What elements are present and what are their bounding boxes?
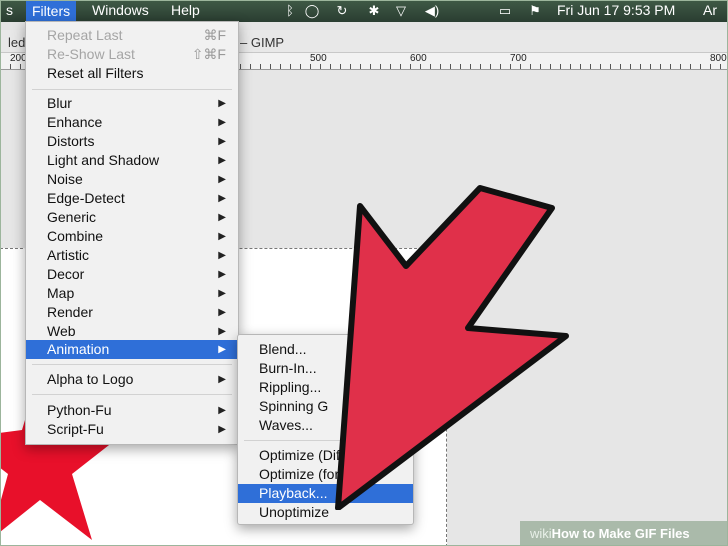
menu-separator: [32, 89, 232, 90]
menu-item-artistic[interactable]: Artistic ▶: [26, 246, 238, 265]
battery-icon[interactable]: ▭: [494, 3, 516, 19]
menu-item-python-fu[interactable]: Python-Fu ▶: [26, 401, 238, 420]
menu-item-light-and-shadow[interactable]: Light and Shadow ▶: [26, 151, 238, 170]
menu-item-label: Script-Fu: [47, 421, 104, 437]
bluetooth-icon[interactable]: ᛒ: [282, 3, 298, 19]
flag-icon[interactable]: ⚑: [527, 3, 543, 19]
volume-icon[interactable]: ◀): [424, 3, 440, 19]
ruler-tick-label: 800: [710, 53, 728, 64]
menu-item-label: Blur: [47, 95, 72, 111]
menubar-item-app[interactable]: s: [6, 2, 13, 18]
menu-item-edge-detect[interactable]: Edge-Detect ▶: [26, 189, 238, 208]
menu-item-render[interactable]: Render ▶: [26, 303, 238, 322]
menu-item-reshow-last[interactable]: Re-Show Last ⇧⌘F: [26, 45, 238, 64]
ruler-tick-label: 700: [510, 53, 529, 64]
wikihow-watermark: wikiHow to Make GIF Files: [520, 521, 728, 546]
window-title-left: led: [8, 35, 26, 50]
menu-item-script-fu[interactable]: Script-Fu ▶: [26, 420, 238, 439]
submenu-arrow-icon: ▶: [218, 193, 226, 204]
menu-item-label: Reset all Filters: [47, 65, 144, 81]
menubar-item-windows[interactable]: Windows: [92, 2, 149, 18]
submenu-arrow-icon: ▶: [218, 424, 226, 435]
menu-item-label: Combine: [47, 228, 104, 244]
time-machine-icon[interactable]: ↻: [334, 3, 350, 19]
menu-item-label: Edge-Detect: [47, 190, 125, 206]
submenu-arrow-icon: ▶: [218, 405, 226, 416]
menu-item-generic[interactable]: Generic ▶: [26, 208, 238, 227]
menu-item-label: Render: [47, 304, 93, 320]
menu-item-map[interactable]: Map ▶: [26, 284, 238, 303]
chat-icon[interactable]: ◯: [304, 3, 320, 19]
menu-item-repeat-last[interactable]: Repeat Last ⌘F: [26, 26, 238, 45]
menu-item-label: Decor: [47, 266, 85, 282]
menu-item-web[interactable]: Web ▶: [26, 322, 238, 341]
submenu-arrow-icon: ▶: [218, 155, 226, 166]
menu-item-label: Noise: [47, 171, 83, 187]
menubar-item-help[interactable]: Help: [171, 2, 200, 18]
clock-text[interactable]: Fri Jun 17 9:53 PM: [557, 2, 675, 18]
submenu-arrow-icon: ▶: [218, 250, 226, 261]
watermark-site: wiki: [530, 526, 552, 541]
menu-item-distorts[interactable]: Distorts ▶: [26, 132, 238, 151]
menu-item-enhance[interactable]: Enhance ▶: [26, 113, 238, 132]
menu-item-noise[interactable]: Noise ▶: [26, 170, 238, 189]
menu-item-label: Python-Fu: [47, 402, 112, 418]
screenshot-frame: s Filters Windows Help ᛒ ◯ ↻ ✱ ▽ ◀) ▭ ⚑ …: [0, 0, 728, 546]
submenu-arrow-icon: ▶: [218, 136, 226, 147]
menu-item-label: Animation: [47, 341, 110, 357]
user-name[interactable]: Ar: [703, 2, 717, 18]
submenu-arrow-icon: ▶: [218, 174, 226, 185]
menu-item-label: Artistic: [47, 247, 89, 263]
submenu-arrow-icon: ▶: [218, 326, 226, 337]
menu-separator: [32, 394, 232, 395]
ruler-tick-label: 500: [310, 53, 329, 64]
menu-item-animation[interactable]: Animation ▶: [26, 340, 238, 359]
menu-item-label: Alpha to Logo: [47, 371, 134, 387]
menu-item-label: Enhance: [47, 114, 103, 130]
submenu-arrow-icon: ▶: [218, 307, 226, 318]
submenu-arrow-icon: ▶: [218, 98, 226, 109]
menubar-item-filters[interactable]: Filters: [26, 0, 77, 22]
submenu-arrow-icon: ▶: [218, 269, 226, 280]
submenu-arrow-icon: ▶: [218, 374, 226, 385]
submenu-arrow-icon: ▶: [218, 117, 226, 128]
ruler-tick-label: 600: [410, 53, 429, 64]
menu-item-blur[interactable]: Blur ▶: [26, 94, 238, 113]
watermark-title: How to Make GIF Files: [551, 526, 690, 541]
wifi-icon[interactable]: ▽: [393, 3, 409, 19]
window-title-right: – GIMP: [240, 35, 285, 50]
menu-item-label: Generic: [47, 209, 97, 225]
menu-separator: [32, 364, 232, 365]
shortcut-label: ⇧⌘F: [191, 46, 226, 62]
submenu-arrow-icon: ▶: [218, 212, 226, 223]
menu-item-decor[interactable]: Decor ▶: [26, 265, 238, 284]
menu-item-label: Light and Shadow: [47, 152, 160, 168]
menu-item-combine[interactable]: Combine ▶: [26, 227, 238, 246]
filters-menu: Repeat Last ⌘F Re-Show Last ⇧⌘F Reset al…: [25, 21, 239, 445]
menu-item-alpha-to-logo[interactable]: Alpha to Logo ▶: [26, 370, 238, 389]
submenu-arrow-icon: ▶: [218, 288, 226, 299]
menu-item-label: Repeat Last: [47, 27, 123, 43]
submenu-arrow-icon: ▶: [218, 344, 226, 355]
menu-item-label: Map: [47, 285, 75, 301]
menu-item-label: Distorts: [47, 133, 95, 149]
bluetooth-icon-2[interactable]: ✱: [366, 3, 382, 19]
macos-menubar: s Filters Windows Help ᛒ ◯ ↻ ✱ ▽ ◀) ▭ ⚑ …: [0, 0, 728, 22]
submenu-arrow-icon: ▶: [218, 231, 226, 242]
menu-item-reset-all-filters[interactable]: Reset all Filters: [26, 64, 238, 83]
shortcut-label: ⌘F: [203, 27, 226, 43]
menu-item-label: Web: [47, 323, 76, 339]
menu-item-label: Re-Show Last: [47, 46, 135, 62]
pointer-arrow-annotation: [335, 185, 569, 510]
